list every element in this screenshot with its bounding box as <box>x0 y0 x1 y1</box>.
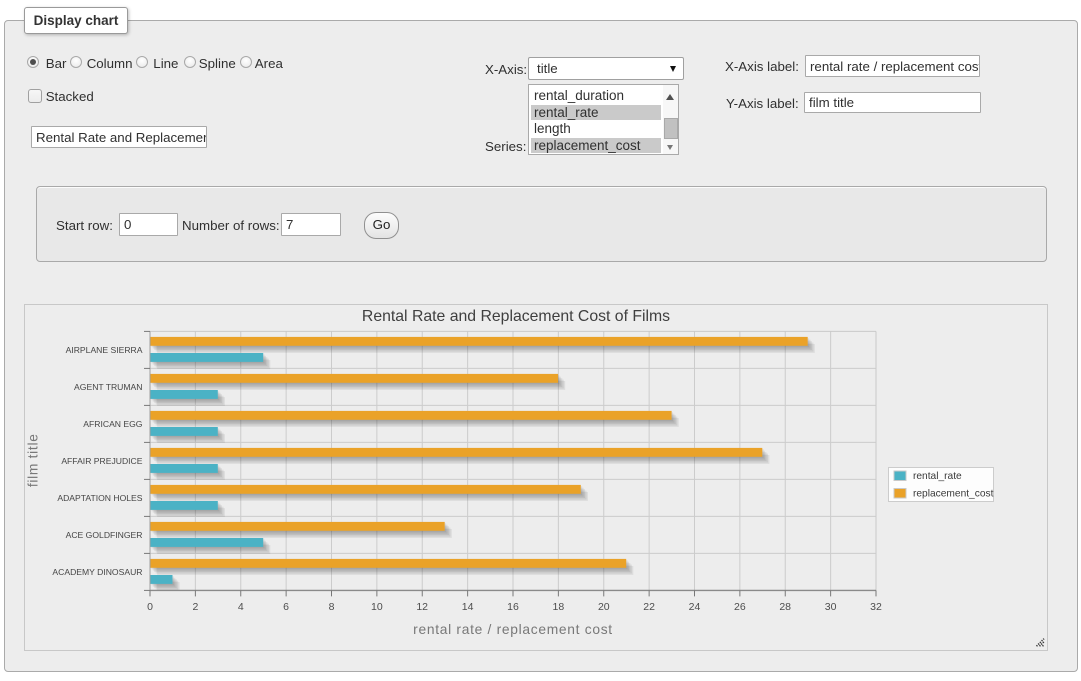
svg-text:Rental Rate and Replacement Co: Rental Rate and Replacement Cost of Film… <box>362 308 670 325</box>
svg-text:28: 28 <box>779 601 791 613</box>
svg-text:18: 18 <box>553 601 565 613</box>
svg-text:replacement_cost: replacement_cost <box>913 489 994 500</box>
svg-text:rental rate / replacement cost: rental rate / replacement cost <box>413 622 613 637</box>
svg-text:24: 24 <box>689 601 701 613</box>
svg-text:12: 12 <box>416 601 428 613</box>
svg-text:26: 26 <box>734 601 746 613</box>
svg-text:0: 0 <box>147 601 153 613</box>
svg-text:AIRPLANE SIERRA: AIRPLANE SIERRA <box>66 345 143 355</box>
svg-text:2: 2 <box>192 601 198 613</box>
svg-text:ACE GOLDFINGER: ACE GOLDFINGER <box>66 530 143 540</box>
svg-text:4: 4 <box>238 601 244 613</box>
svg-text:ADAPTATION HOLES: ADAPTATION HOLES <box>57 493 142 503</box>
svg-text:30: 30 <box>825 601 837 613</box>
svg-text:22: 22 <box>643 601 655 613</box>
svg-text:8: 8 <box>329 601 335 613</box>
svg-text:AFFAIR PREJUDICE: AFFAIR PREJUDICE <box>61 456 142 466</box>
svg-text:ACADEMY DINOSAUR: ACADEMY DINOSAUR <box>52 567 142 577</box>
svg-text:16: 16 <box>507 601 519 613</box>
svg-text:10: 10 <box>371 601 383 613</box>
svg-text:6: 6 <box>283 601 289 613</box>
svg-text:rental_rate: rental_rate <box>913 471 962 482</box>
svg-text:20: 20 <box>598 601 610 613</box>
svg-text:AFRICAN EGG: AFRICAN EGG <box>83 419 143 429</box>
svg-text:32: 32 <box>870 601 882 613</box>
svg-text:AGENT TRUMAN: AGENT TRUMAN <box>74 382 142 392</box>
svg-text:14: 14 <box>462 601 474 613</box>
svg-text:film title: film title <box>26 433 41 487</box>
